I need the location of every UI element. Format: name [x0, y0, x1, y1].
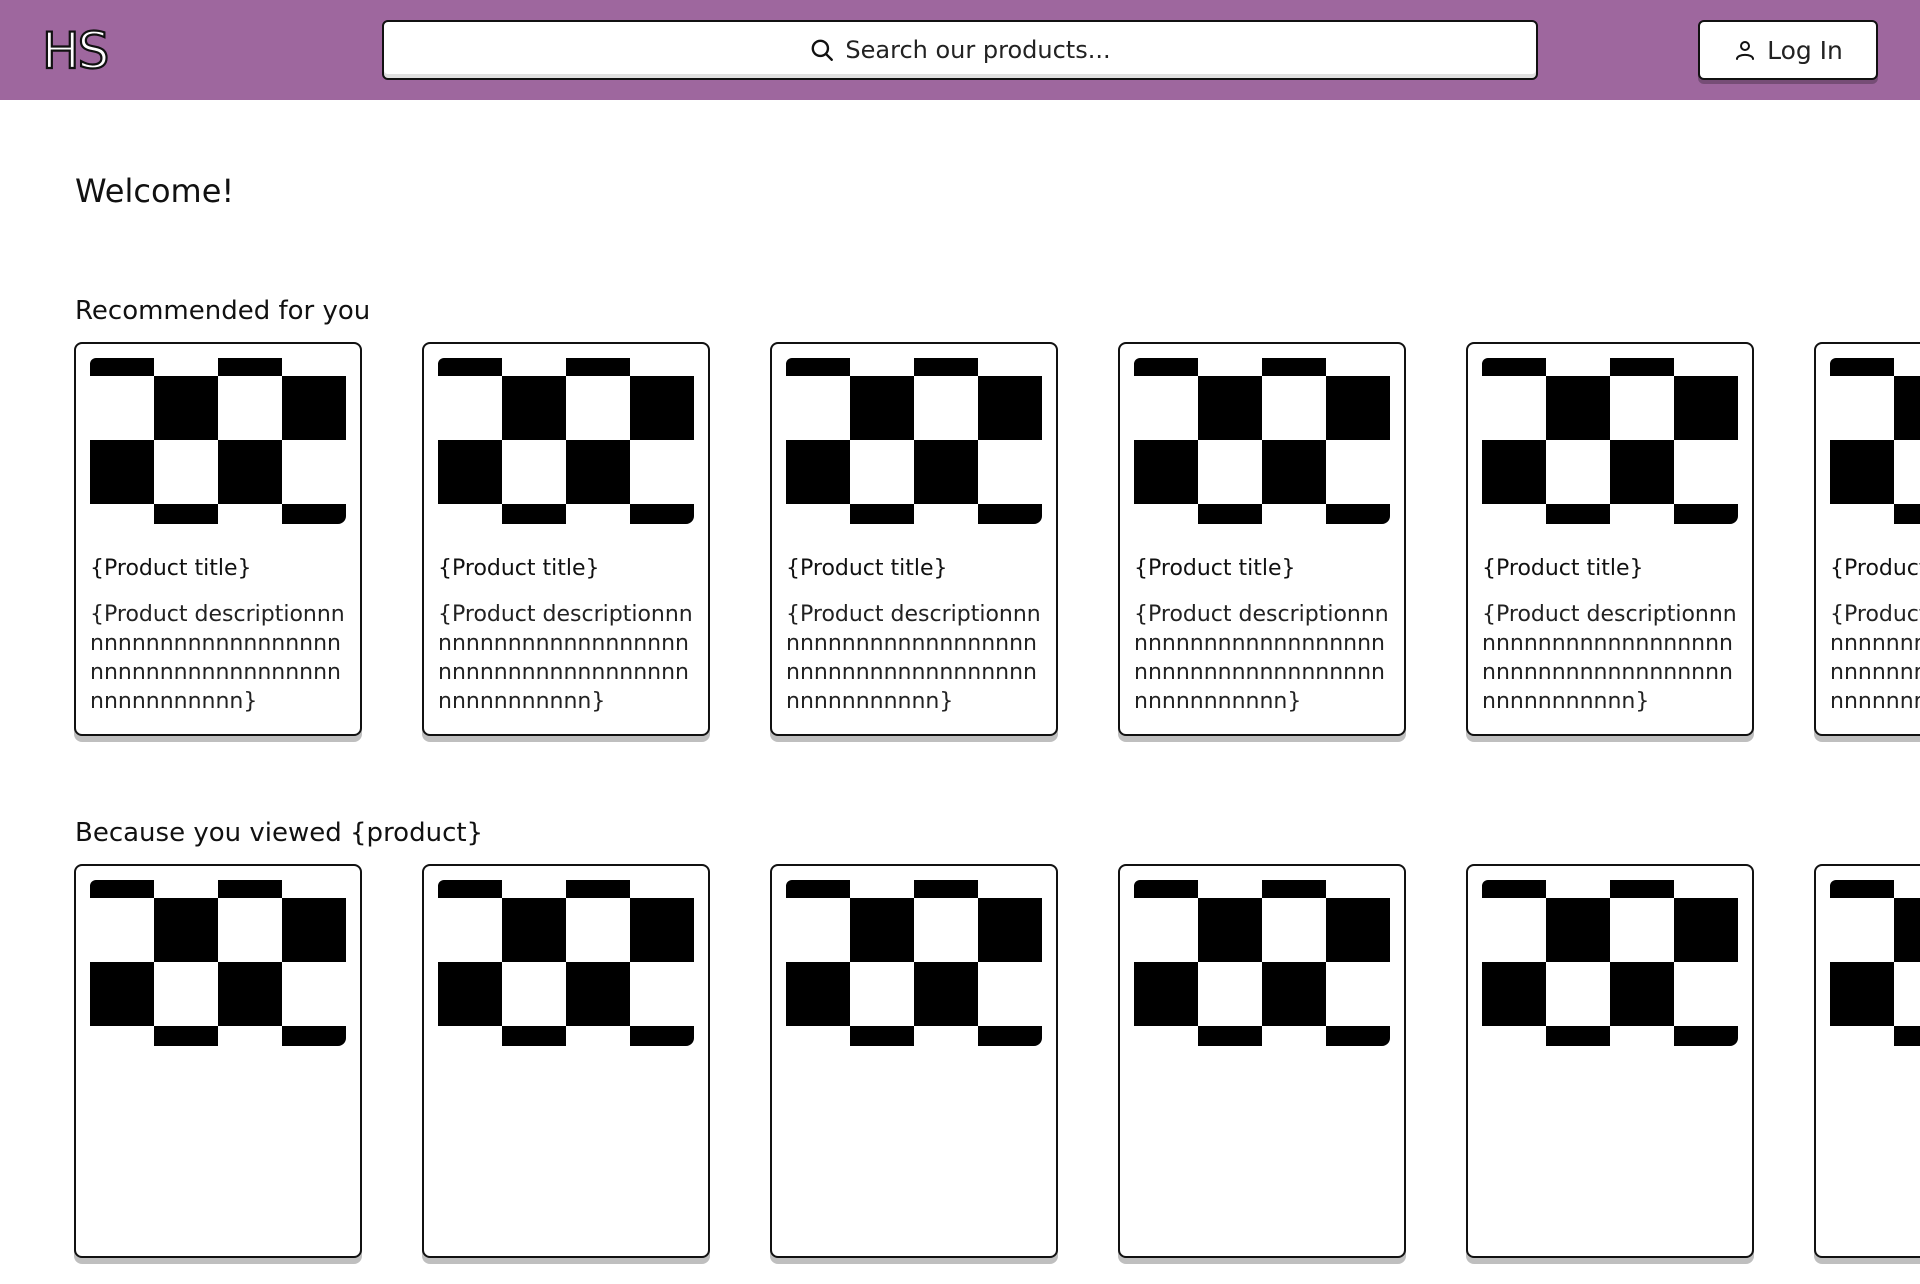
search-placeholder: Search our products...: [845, 36, 1111, 64]
product-row-because-viewed: [74, 864, 1920, 1284]
user-icon: [1736, 41, 1755, 60]
placeholder-image-icon: [438, 358, 694, 524]
site-logo[interactable]: HS: [41, 23, 111, 79]
product-card[interactable]: [422, 864, 710, 1258]
product-card[interactable]: [1466, 864, 1754, 1258]
product-card[interactable]: [1118, 864, 1406, 1258]
placeholder-image-icon: [1482, 358, 1738, 524]
product-title: {Product title}: [1134, 556, 1296, 581]
placeholder-image-icon: [786, 880, 1042, 1046]
product-description: {Product descriptionnnnnnnnnnnnnnnnnnnnn…: [1482, 602, 1737, 714]
section-title-because-viewed: Because you viewed {product}: [75, 818, 484, 848]
placeholder-image-icon: [90, 880, 346, 1046]
login-label: Log In: [1767, 35, 1843, 65]
product-card[interactable]: {Product title} {Product descriptionnnnnn…: [1118, 342, 1406, 736]
product-title: {Product title}: [1830, 556, 1920, 581]
product-card[interactable]: {Product title} {Product descriptionnnnnn…: [1466, 342, 1754, 736]
product-description: {Product descriptionnnnnnnnnnnnnnnnnnnnn…: [786, 602, 1041, 714]
placeholder-image-icon: [438, 880, 694, 1046]
top-header: HS Search our products... Log In: [0, 0, 1920, 100]
welcome-heading: Welcome!: [75, 172, 235, 210]
placeholder-image-icon: [786, 358, 1042, 524]
product-card[interactable]: {Product title} {Product descriptionnnnnn…: [422, 342, 710, 736]
product-description: {Product descriptionnnnnnnnnnnnnnnnnnnnn…: [438, 602, 693, 714]
product-card[interactable]: [1814, 864, 1920, 1258]
placeholder-image-icon: [1134, 358, 1390, 524]
placeholder-image-icon: [1134, 880, 1390, 1046]
product-card[interactable]: {Product title} {Product descriptionnnnnn…: [74, 342, 362, 736]
placeholder-image-icon: [1482, 880, 1738, 1046]
product-card[interactable]: [74, 864, 362, 1258]
search-input[interactable]: Search our products...: [382, 20, 1538, 80]
product-title: {Product title}: [786, 556, 948, 581]
search-icon: [812, 39, 834, 61]
product-row-recommended: {Product title} {Product descriptionnnnnn…: [74, 342, 1920, 762]
login-button[interactable]: Log In: [1698, 20, 1878, 80]
product-card[interactable]: [770, 864, 1058, 1258]
product-description: {Product descriptionnnnnnnnnnnnnnnnnnnnn…: [1134, 602, 1389, 714]
product-description: {Product descriptionnnnnnnnnnnnnnnnnnnnn…: [1830, 602, 1920, 714]
placeholder-image-icon: [1830, 880, 1920, 1046]
product-title: {Product title}: [438, 556, 600, 581]
product-card[interactable]: {Product title} {Product descriptionnnnnn…: [1814, 342, 1920, 736]
section-title-recommended: Recommended for you: [75, 296, 371, 326]
product-description: {Product descriptionnnnnnnnnnnnnnnnnnnnn…: [90, 602, 345, 714]
product-title: {Product title}: [1482, 556, 1644, 581]
placeholder-image-icon: [90, 358, 346, 524]
placeholder-image-icon: [1830, 358, 1920, 524]
product-card[interactable]: {Product title} {Product descriptionnnnnn…: [770, 342, 1058, 736]
product-title: {Product title}: [90, 556, 252, 581]
